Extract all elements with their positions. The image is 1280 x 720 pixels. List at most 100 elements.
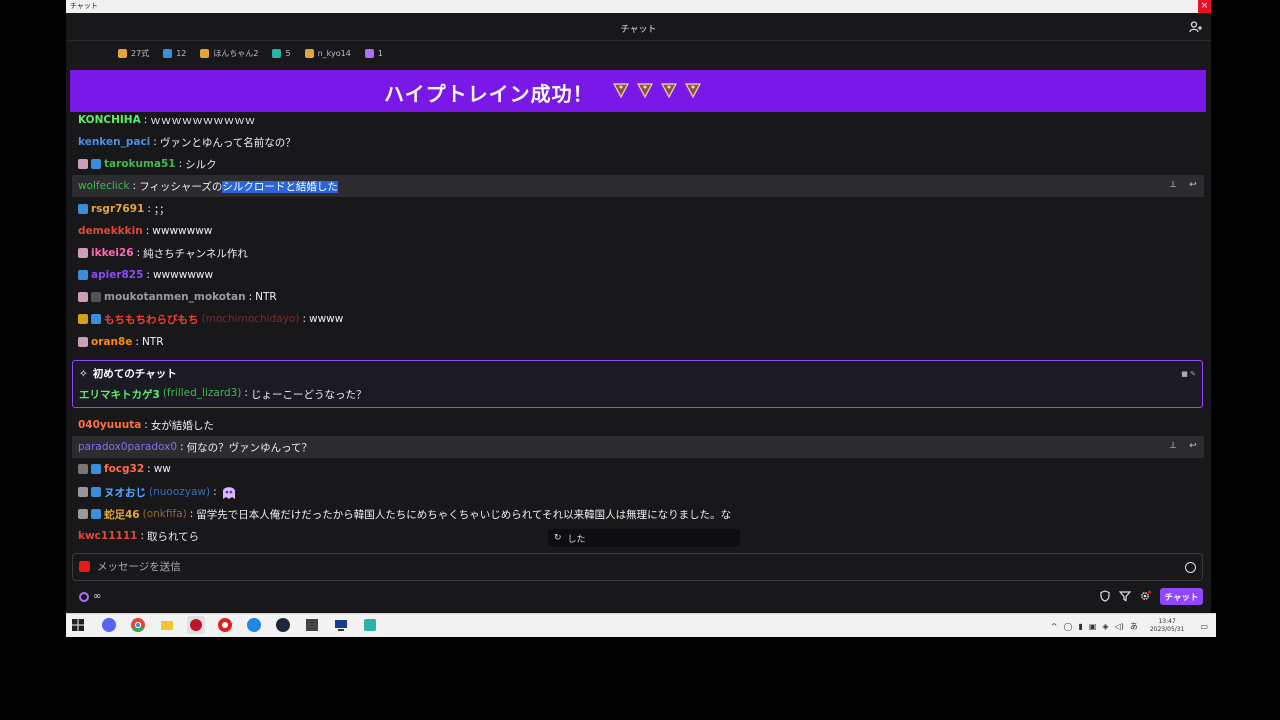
message-text: wwwwwww	[152, 269, 214, 281]
windows-taskbar: ^ ◯ ▮ ▣ ◈ ◁) あ 13:47 2023/05/31 ▭	[66, 613, 1216, 637]
tool-icon[interactable]	[361, 616, 379, 634]
message-text: ；；	[153, 203, 170, 216]
message-login[interactable]: (onkfifa)	[143, 508, 187, 520]
window-title: チャット	[70, 2, 98, 10]
chat-message[interactable]: rsgr7691: ；；	[72, 198, 1204, 220]
crown-badge-icon	[91, 509, 101, 519]
gift-icon	[272, 49, 282, 58]
edge-icon[interactable]	[245, 616, 263, 634]
users-icon[interactable]	[1189, 21, 1203, 33]
record-app-icon[interactable]	[216, 616, 234, 634]
sub-badge-icon	[78, 314, 88, 324]
clock[interactable]: 13:47 2023/05/31	[1150, 618, 1185, 634]
shield-icon[interactable]	[1099, 590, 1111, 602]
ime-indicator[interactable]: あ	[1130, 621, 1138, 632]
gift-entry[interactable]: ほんちゃん2	[200, 48, 258, 59]
chevron-up-icon[interactable]: ^	[1051, 622, 1058, 631]
emoji-icon[interactable]	[1185, 562, 1196, 573]
chat-message[interactable]: apier825: wwwwwww	[72, 264, 1204, 286]
message-username[interactable]: wolfeclick	[78, 180, 130, 192]
volume-icon[interactable]: ◁)	[1115, 622, 1124, 631]
message-username[interactable]: rsgr7691	[91, 203, 144, 215]
chat-message[interactable]: wolfeclick: フィッシャーズのシルクロードと結婚した ⊥ ↩	[72, 175, 1204, 197]
pin-icon[interactable]: ⊥	[1166, 178, 1180, 192]
message-username[interactable]: demekkkin	[78, 225, 143, 237]
first-chat-message: エリマキトカゲ3 (frilled_lizard3): じょーこーどうなった？	[79, 387, 367, 402]
discord-icon[interactable]	[100, 616, 118, 634]
channel-points[interactable]: ∞	[79, 591, 101, 602]
chat-message[interactable]: demekkkin: wwwwwww	[72, 220, 1204, 242]
chat-message[interactable]: 040yuuuta: 女が結婚した	[72, 414, 1204, 436]
monitor-icon[interactable]	[332, 616, 350, 634]
chat-message[interactable]: もちもちわらびもち (mochimochidayo): wwww	[72, 308, 1204, 330]
message-username[interactable]: ヌオおじ	[104, 485, 146, 500]
autocomplete-suggestion[interactable]: ↻ した	[548, 529, 740, 547]
message-username[interactable]: ikkei26	[91, 247, 134, 259]
cone-icon	[636, 83, 654, 99]
filter-icon[interactable]	[1119, 590, 1131, 602]
edit-icon[interactable]: ■ ✎	[1181, 370, 1196, 378]
windows-start-icon[interactable]	[72, 619, 84, 631]
chat-messages[interactable]: KONCHIHA: ｗｗｗｗｗｗｗｗｗｗ kenken_paci: ヴァンとゆん…	[72, 112, 1204, 549]
chat-message[interactable]: kenken_paci: ヴァンとゆんって名前なの？	[72, 131, 1204, 153]
channel-points-icon	[79, 591, 89, 602]
reply-icon[interactable]: ↩	[1186, 439, 1200, 453]
chat-message[interactable]: ikkei26: 純さちチャンネル作れ	[72, 242, 1204, 264]
message-username[interactable]: 040yuuuta	[78, 419, 141, 431]
message-text: 純さちチャンネル作れ	[143, 247, 248, 260]
sparkle-icon: ✧	[79, 367, 88, 380]
message-username[interactable]: apier825	[91, 269, 143, 281]
gift-icon	[200, 49, 210, 58]
message-username[interactable]: kwc11111	[78, 530, 137, 542]
gear-icon[interactable]	[1139, 590, 1151, 602]
chrome-icon[interactable]	[129, 616, 147, 634]
chat-message[interactable]: ヌオおじ (nuoozyaw):	[72, 481, 1204, 503]
screen-icon[interactable]: ▣	[1089, 622, 1097, 631]
message-username[interactable]: 蛇足46	[104, 507, 140, 522]
message-username[interactable]: paradox0paradox0	[78, 441, 177, 453]
chat-message[interactable]: KONCHIHA: ｗｗｗｗｗｗｗｗｗｗ	[72, 112, 1204, 131]
notification-icon[interactable]: ▭	[1200, 622, 1208, 631]
message-username[interactable]: tarokuma51	[104, 158, 176, 170]
chat-input-box[interactable]	[72, 553, 1203, 581]
gift-entry[interactable]: 5	[272, 49, 291, 58]
chat-header: チャット	[66, 13, 1211, 41]
gift-badge-icon	[78, 292, 88, 302]
close-button[interactable]: ×	[1198, 0, 1211, 13]
first-chat-highlight[interactable]: ✧ 初めてのチャット ■ ✎ エリマキトカゲ3 (frilled_lizard3…	[72, 360, 1203, 408]
message-login[interactable]: (mochimochidayo)	[202, 313, 300, 325]
message-username[interactable]: KONCHIHA	[78, 114, 141, 126]
message-input[interactable]	[97, 557, 1177, 577]
gift-entry[interactable]: n_kyo14	[304, 49, 351, 58]
message-username[interactable]: kenken_paci	[78, 136, 150, 148]
gift-entry[interactable]: 12	[163, 49, 186, 58]
chat-message[interactable]: moukotanmen_mokotan: NTR	[72, 286, 1204, 308]
chat-message[interactable]: oran8e: NTR	[72, 331, 1204, 353]
capture-icon[interactable]	[303, 616, 321, 634]
reply-icon[interactable]: ↩	[1186, 178, 1200, 192]
message-login[interactable]: (frilled_lizard3)	[163, 387, 242, 402]
first-chat-title: 初めてのチャット	[92, 368, 177, 380]
chat-message[interactable]: focg32: ww	[72, 458, 1204, 480]
folder-icon[interactable]	[158, 616, 176, 634]
gift-entry[interactable]: 27式	[118, 48, 149, 59]
chat-message[interactable]: 蛇足46 (onkfifa): 留学先で日本人俺だけだったから韓国人たちにめちゃ…	[72, 503, 1204, 525]
message-login[interactable]: (nuoozyaw)	[149, 486, 210, 498]
app-active-icon[interactable]	[187, 616, 205, 634]
cone-icon	[660, 83, 678, 99]
chat-message[interactable]: tarokuma51: シルク	[72, 153, 1204, 175]
mic-icon[interactable]: ▮	[1078, 622, 1082, 631]
pin-icon[interactable]: ⊥	[1166, 439, 1180, 453]
window-titlebar: チャット ×	[66, 0, 1211, 13]
network-icon[interactable]: ◯	[1063, 622, 1072, 631]
chat-send-button[interactable]: チャット	[1160, 588, 1203, 605]
chat-message[interactable]: paradox0paradox0: 何なの？ヴァンゆんって？ ⊥ ↩	[72, 436, 1204, 458]
message-username[interactable]: moukotanmen_mokotan	[104, 291, 246, 303]
message-username[interactable]: もちもちわらびもち	[104, 312, 199, 327]
message-username[interactable]: focg32	[104, 463, 144, 475]
steam-icon[interactable]	[274, 616, 292, 634]
message-username[interactable]: oran8e	[91, 336, 132, 348]
wifi-icon[interactable]: ◈	[1102, 622, 1108, 631]
message-username[interactable]: エリマキトカゲ3	[79, 387, 160, 402]
gift-entry[interactable]: 1	[364, 49, 383, 58]
